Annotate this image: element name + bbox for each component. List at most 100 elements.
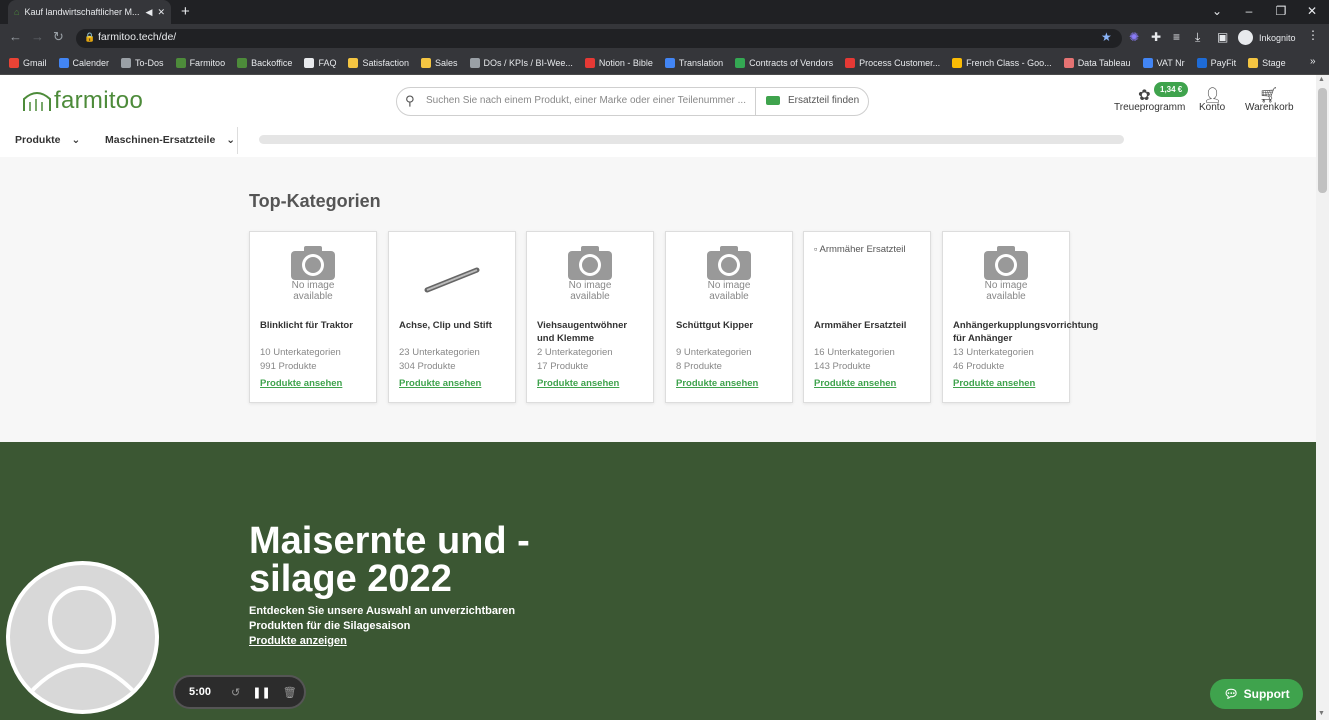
bookmark-item[interactable]: To-Dos [121,58,164,68]
bookmark-item[interactable]: Notion - Bible [584,58,653,68]
search-icon[interactable]: ⚲ [405,93,415,109]
bookmark-item[interactable]: Translation [664,58,723,68]
bookmark-item[interactable]: Data Tableau [1063,58,1131,68]
sidebar-icon[interactable]: ▣ [1217,30,1228,44]
forward-icon[interactable]: → [31,29,44,44]
bookmark-item[interactable]: DOs / KPIs / BI-Wee... [469,58,573,68]
category-card[interactable]: Achse, Clip und Stift 23 Unterkategorien… [388,231,516,403]
bookmark-icon [9,58,19,68]
recorder-time: 5:00 [189,686,212,698]
banner-link[interactable]: Produkte anzeigen [249,635,347,647]
extension-icon[interactable]: ✺ [1129,30,1139,44]
bookmark-item[interactable]: Stage [1248,58,1286,68]
media-icon[interactable]: ≡ [1173,30,1180,44]
view-products-link[interactable]: Produkte ansehen [537,378,619,389]
loyalty-label[interactable]: Treueprogramm [1114,102,1185,113]
category-counts: 13 Unterkategorien 46 Produkte [953,346,1034,374]
pin-icon [424,267,480,293]
camera-icon [707,246,751,280]
bookmark-item[interactable]: Backoffice [237,58,292,68]
tab-close-icon[interactable]: ✕ [157,7,165,18]
profile-label[interactable]: Inkognito [1259,33,1296,43]
bookmark-star-icon[interactable]: ★ [1101,30,1112,44]
address-bar[interactable] [76,29,1122,48]
trash-icon[interactable]: 🗑︎ [283,686,297,699]
category-counts: 10 Unterkategorien 991 Produkte [260,346,341,374]
mute-icon[interactable]: ◀ [146,7,153,18]
category-counts: 2 Unterkategorien 17 Produkte [537,346,613,374]
tab-search-icon[interactable]: ⌄ [1209,4,1225,18]
back-icon[interactable]: ← [9,29,22,44]
bookmark-label: To-Dos [135,58,164,68]
category-card[interactable]: No image available Viehsaugentwöhner und … [526,231,654,403]
bookmark-item[interactable]: French Class - Goo... [952,58,1052,68]
logo[interactable]: farmitoo [22,87,143,115]
scroll-up-icon[interactable]: ▲ [1318,76,1325,83]
nav-divider [237,127,238,154]
category-card[interactable]: No image available Anhängerkupplungsvorri… [942,231,1098,403]
bookmark-item[interactable]: Sales [420,58,458,68]
scrollbar-thumb[interactable] [1318,88,1327,193]
view-products-link[interactable]: Produkte ansehen [399,378,481,389]
new-tab-icon[interactable]: + [181,3,190,20]
minimize-icon[interactable]: – [1241,4,1257,18]
logo-text: farmitoo [54,87,144,114]
close-window-icon[interactable]: ✕ [1304,4,1320,18]
view-products-link[interactable]: Produkte ansehen [953,378,1035,389]
bookmark-icon [1196,58,1207,68]
lock-icon[interactable]: 🔒 [84,32,95,43]
bookmark-icon [845,58,856,68]
url-text[interactable]: farmitoo.tech/de/ [98,31,176,43]
category-card[interactable]: No image available Blinklicht für Traktor… [249,231,377,403]
more-bookmarks-icon[interactable]: » [1310,56,1316,67]
bookmark-icon [348,58,359,68]
download-icon[interactable]: ⤓ [1195,30,1200,45]
bookmark-label: DOs / KPIs / BI-Wee... [483,58,573,68]
bookmark-item[interactable]: FAQ [304,58,336,68]
search-divider [755,87,756,116]
bookmark-item[interactable]: Gmail [9,58,47,68]
category-name: Achse, Clip und Stift [399,320,492,331]
menu-icon[interactable]: ⋮ [1307,28,1319,42]
view-products-link[interactable]: Produkte ansehen [814,378,896,389]
bookmark-item[interactable]: Contracts of Vendors [735,58,833,68]
tab-title: Kauf landwirtschaftlicher M... [24,7,140,17]
banner-title: Maisernte und - silage 2022 [249,520,530,600]
bookmark-item[interactable]: Farmitoo [175,58,225,68]
restart-icon[interactable]: ↺ [231,686,240,699]
recorder-widget: 5:00 ↺ ❚❚ 🗑︎ [173,675,306,709]
category-card[interactable]: No image available Schüttgut Kipper 9 Unt… [665,231,793,403]
category-counts: 23 Unterkategorien 304 Produkte [399,346,480,374]
product-count: 8 Produkte [676,361,722,372]
bookmark-label: Process Customer... [859,58,941,68]
category-name: Blinklicht für Traktor [260,320,353,331]
user-avatar-icon [26,586,139,697]
search-input[interactable]: Suchen Sie nach einem Produkt, einer Mar… [426,95,746,106]
bookmark-icon [469,58,480,68]
bookmark-item[interactable]: PayFit [1196,58,1236,68]
restore-icon[interactable]: ❐ [1273,4,1289,18]
category-card[interactable]: ▫ Armmäher Ersatzteil Armmäher Ersatzteil… [803,231,931,403]
support-button[interactable]: 💬︎ Support [1210,679,1303,709]
camera-icon [984,246,1028,280]
view-products-link[interactable]: Produkte ansehen [260,378,342,389]
bookmark-item[interactable]: Calender [58,58,110,68]
incognito-icon[interactable] [1238,30,1253,45]
account-label[interactable]: Konto [1199,102,1225,113]
nav-products[interactable]: Produkte ⌄ [15,134,80,146]
bookmark-item[interactable]: VAT Nr [1142,58,1185,68]
browser-tab[interactable]: ⌂ Kauf landwirtschaftlicher M... ◀ ✕ [8,0,171,24]
bookmark-label: French Class - Goo... [966,58,1052,68]
spare-part-button[interactable]: Ersatzteil finden [788,95,859,106]
scroll-down-icon[interactable]: ▼ [1318,710,1325,717]
pause-icon[interactable]: ❚❚ [252,686,270,699]
cart-label[interactable]: Warenkorb [1245,102,1294,113]
reload-icon[interactable]: ↻ [53,29,64,45]
puzzle-icon[interactable]: ✚ [1151,30,1161,44]
nav-spare-parts[interactable]: Maschinen-Ersatzteile ⌄ [105,134,235,146]
bookmark-item[interactable]: Satisfaction [348,58,409,68]
bookmark-item[interactable]: Process Customer... [845,58,940,68]
bookmark-label: Calender [72,58,110,68]
view-products-link[interactable]: Produkte ansehen [676,378,758,389]
avatar [6,561,159,714]
